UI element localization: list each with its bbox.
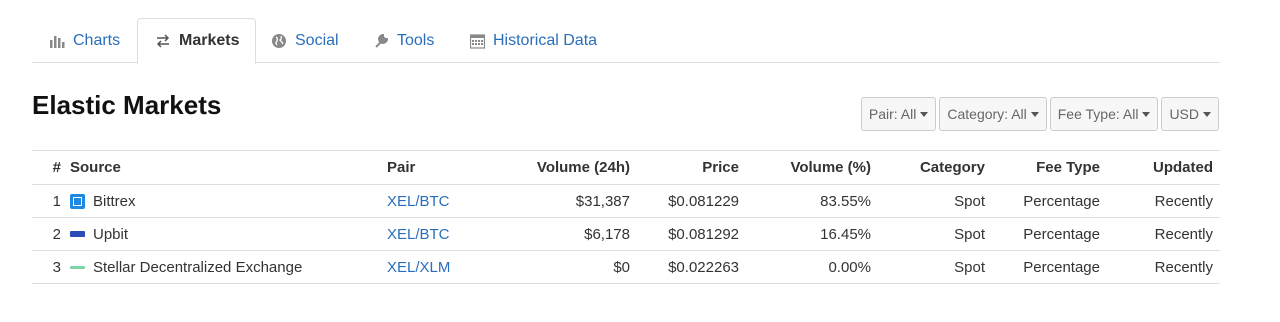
stellar-logo-icon bbox=[70, 265, 85, 269]
header-price[interactable]: Price bbox=[638, 150, 747, 185]
row-num: 2 bbox=[32, 217, 70, 251]
table-row: 3 Stellar Decentralized Exchange XEL/XLM… bbox=[32, 250, 1220, 284]
category-filter-label: Category: All bbox=[947, 106, 1027, 122]
header-volume[interactable]: Volume (24h) bbox=[499, 150, 638, 185]
row-source: Upbit bbox=[70, 217, 387, 251]
calendar-icon bbox=[468, 32, 486, 50]
currency-dropdown[interactable]: USD bbox=[1161, 97, 1219, 131]
row-source: Bittrex bbox=[70, 184, 387, 218]
row-updated: Recently bbox=[1110, 184, 1220, 218]
chevron-down-icon bbox=[1203, 111, 1211, 117]
tab-label: Markets bbox=[179, 32, 240, 49]
row-volume-pct: 0.00% bbox=[747, 250, 881, 284]
header-updated[interactable]: Updated bbox=[1110, 150, 1220, 185]
tab-label: Historical Data bbox=[493, 31, 598, 49]
header-pair[interactable]: Pair bbox=[387, 150, 499, 185]
tab-label: Charts bbox=[73, 31, 121, 49]
chevron-down-icon bbox=[1142, 111, 1151, 117]
category-filter-dropdown[interactable]: Category: All bbox=[939, 97, 1047, 131]
row-fee-type: Percentage bbox=[995, 250, 1110, 284]
row-price: $0.022263 bbox=[638, 250, 747, 284]
row-price: $0.081229 bbox=[638, 184, 747, 218]
table-header-row: # Source Pair Volume (24h) Price Volume … bbox=[32, 150, 1220, 185]
row-pair: XEL/XLM bbox=[387, 250, 499, 284]
tab-label: Tools bbox=[397, 31, 435, 49]
row-num: 1 bbox=[32, 184, 70, 218]
header-num[interactable]: # bbox=[32, 150, 70, 185]
row-price: $0.081292 bbox=[638, 217, 747, 251]
row-updated: Recently bbox=[1110, 250, 1220, 284]
source-name: Stellar Decentralized Exchange bbox=[93, 258, 303, 276]
header-category[interactable]: Category bbox=[881, 150, 995, 185]
row-volume: $0 bbox=[499, 250, 638, 284]
fee-type-filter-label: Fee Type: All bbox=[1057, 106, 1139, 122]
row-pair: XEL/BTC bbox=[387, 217, 499, 251]
row-category: Spot bbox=[881, 250, 995, 284]
filter-bar: Pair: All Category: All Fee Type: All US… bbox=[860, 97, 1219, 131]
row-num: 3 bbox=[32, 250, 70, 284]
fee-type-filter-dropdown[interactable]: Fee Type: All bbox=[1049, 97, 1159, 131]
globe-icon bbox=[270, 32, 288, 50]
pair-link[interactable]: XEL/XLM bbox=[387, 259, 450, 276]
bar-chart-icon bbox=[48, 32, 66, 50]
chevron-down-icon bbox=[1030, 111, 1039, 117]
bittrex-logo-icon bbox=[70, 193, 85, 209]
row-fee-type: Percentage bbox=[995, 217, 1110, 251]
row-updated: Recently bbox=[1110, 217, 1220, 251]
source-name: Bittrex bbox=[93, 192, 136, 210]
pair-filter-dropdown[interactable]: Pair: All bbox=[860, 97, 937, 131]
tab-charts[interactable]: Charts bbox=[32, 18, 136, 63]
table-row: 1 Bittrex XEL/BTC $31,387 $0.081229 83.5… bbox=[32, 184, 1220, 218]
row-category: Spot bbox=[881, 184, 995, 218]
upbit-logo-icon bbox=[70, 231, 85, 237]
tab-social[interactable]: Social bbox=[254, 18, 355, 63]
pair-link[interactable]: XEL/BTC bbox=[387, 226, 450, 243]
markets-table: # Source Pair Volume (24h) Price Volume … bbox=[32, 150, 1220, 284]
pair-filter-label: Pair: All bbox=[868, 106, 917, 122]
pair-link[interactable]: XEL/BTC bbox=[387, 193, 450, 210]
exchange-arrows-icon bbox=[154, 32, 172, 50]
chevron-down-icon bbox=[920, 111, 929, 117]
row-volume-pct: 16.45% bbox=[747, 217, 881, 251]
row-volume: $6,178 bbox=[499, 217, 638, 251]
nav-tabs: Charts Markets Social Tools Historical D… bbox=[32, 18, 1220, 64]
header-volume-pct[interactable]: Volume (%) bbox=[747, 150, 881, 185]
wrench-icon bbox=[372, 32, 390, 50]
row-volume-pct: 83.55% bbox=[747, 184, 881, 218]
row-volume: $31,387 bbox=[499, 184, 638, 218]
tab-historical-data[interactable]: Historical Data bbox=[452, 18, 613, 63]
source-name: Upbit bbox=[93, 225, 129, 243]
row-pair: XEL/BTC bbox=[387, 184, 499, 218]
header-source[interactable]: Source bbox=[70, 150, 387, 185]
header-fee-type[interactable]: Fee Type bbox=[995, 150, 1110, 185]
tab-label: Social bbox=[295, 31, 339, 49]
page-title: Elastic Markets bbox=[32, 90, 222, 120]
currency-label: USD bbox=[1169, 106, 1199, 122]
row-fee-type: Percentage bbox=[995, 184, 1110, 218]
table-row: 2 Upbit XEL/BTC $6,178 $0.081292 16.45% … bbox=[32, 217, 1220, 251]
tab-tools[interactable]: Tools bbox=[356, 18, 450, 63]
tab-markets[interactable]: Markets bbox=[137, 18, 257, 64]
row-category: Spot bbox=[881, 217, 995, 251]
row-source: Stellar Decentralized Exchange bbox=[70, 250, 387, 284]
